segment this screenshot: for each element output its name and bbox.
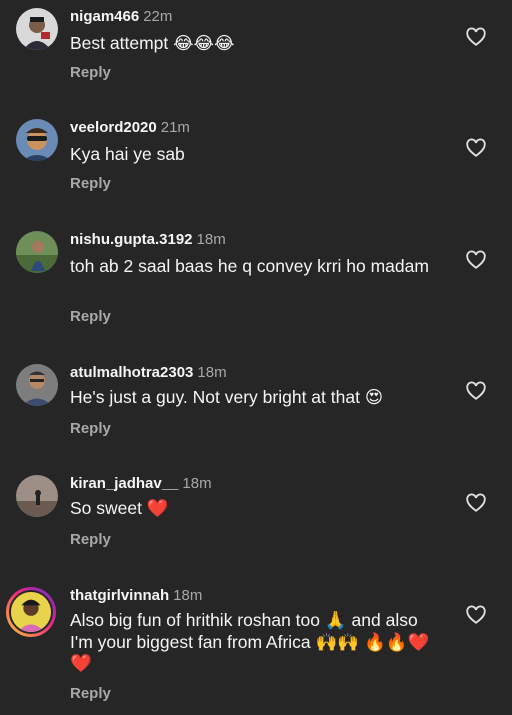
avatar[interactable]	[16, 475, 58, 517]
heart-outline-icon[interactable]	[465, 380, 487, 402]
avatar[interactable]	[16, 119, 58, 161]
avatar[interactable]	[16, 364, 58, 406]
reply-button[interactable]: Reply	[70, 64, 111, 81]
timestamp: 18m	[182, 475, 212, 492]
timestamp: 22m	[143, 8, 173, 25]
timestamp: 18m	[173, 587, 203, 604]
comment-item: nishu.gupta.3192 18m toh ab 2 saal baas h…	[0, 223, 512, 343]
comment-item: nigam466 22m Best attempt 😂😂😂 Reply	[0, 0, 512, 100]
timestamp: 18m	[197, 364, 227, 381]
comment-item: veelord2020 21m Kya hai ye sab Reply	[0, 111, 512, 211]
comment-text: Best attempt 😂😂😂	[70, 33, 235, 53]
comment-text: Kya hai ye sab	[70, 144, 185, 164]
timestamp: 21m	[160, 119, 190, 136]
heart-outline-icon[interactable]	[465, 492, 487, 514]
reply-button[interactable]: Reply	[70, 175, 111, 192]
comment-text: Also big fun of hrithik roshan too 🙏 and…	[70, 610, 430, 673]
heart-outline-icon[interactable]	[465, 26, 487, 48]
comments-list: nigam466 22m Best attempt 😂😂😂 Reply veelo…	[0, 0, 512, 715]
reply-button[interactable]: Reply	[70, 531, 111, 548]
username[interactable]: kiran_jadhav__	[70, 475, 178, 492]
username[interactable]: atulmalhotra2303	[70, 364, 193, 381]
comment-item: thatgirlvinnah 18m Also big fun of hrithi…	[0, 579, 512, 715]
avatar[interactable]	[16, 231, 58, 273]
comment-text: He's just a guy. Not very bright at that…	[70, 387, 384, 407]
story-ring	[9, 590, 53, 634]
reply-button[interactable]: Reply	[70, 308, 111, 325]
reply-button[interactable]: Reply	[70, 685, 111, 702]
username[interactable]: veelord2020	[70, 119, 157, 136]
heart-outline-icon[interactable]	[465, 249, 487, 271]
username[interactable]: nigam466	[70, 8, 139, 25]
username[interactable]: nishu.gupta.3192	[70, 231, 193, 248]
heart-outline-icon[interactable]	[465, 604, 487, 626]
reply-button[interactable]: Reply	[70, 420, 111, 437]
avatar[interactable]	[16, 8, 58, 50]
comment-item: atulmalhotra2303 18m He's just a guy. Not…	[0, 356, 512, 456]
heart-outline-icon[interactable]	[465, 137, 487, 159]
comment-text: toh ab 2 saal baas he q convey krri ho m…	[70, 256, 429, 276]
comment-item: kiran_jadhav__ 18m So sweet ❤️ Reply	[0, 467, 512, 567]
username[interactable]: thatgirlvinnah	[70, 587, 169, 604]
avatar[interactable]	[6, 587, 56, 637]
timestamp: 18m	[196, 231, 226, 248]
comment-text: So sweet ❤️	[70, 498, 169, 518]
